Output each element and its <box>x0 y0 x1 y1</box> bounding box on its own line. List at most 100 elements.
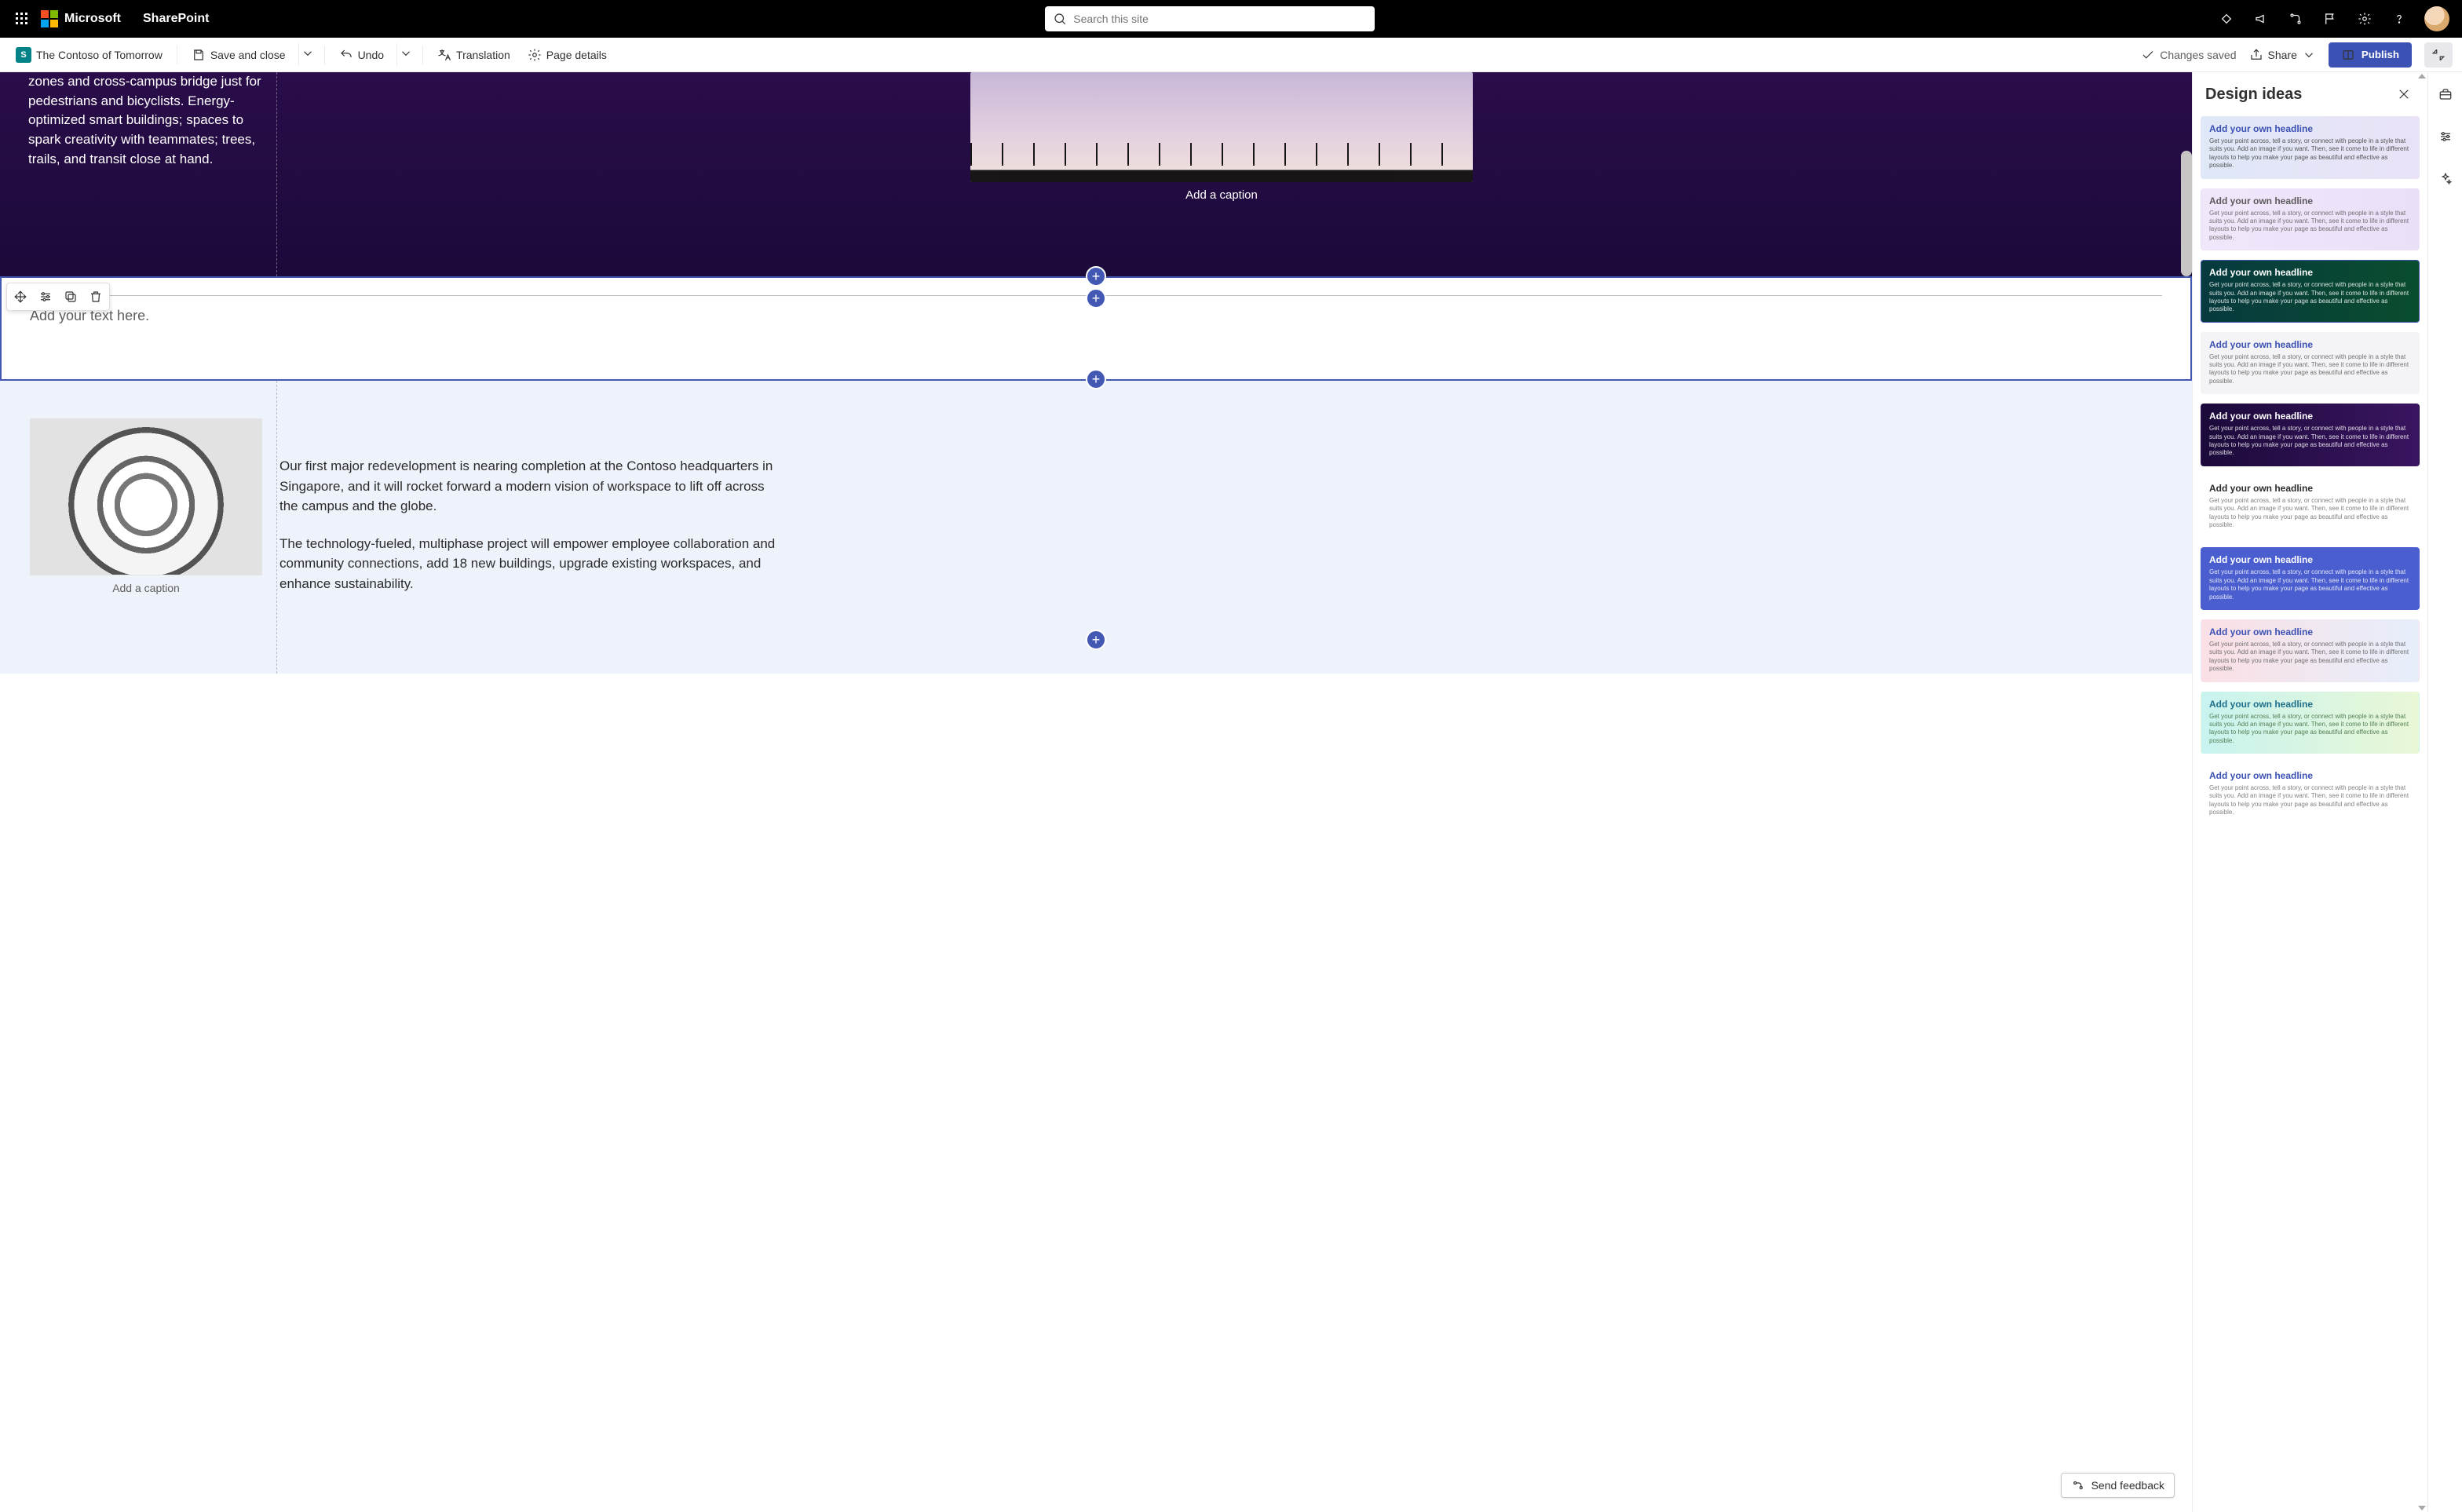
site-breadcrumb[interactable]: S The Contoso of Tomorrow <box>9 42 169 68</box>
design-ideas-button[interactable] <box>2433 166 2458 192</box>
site-name: The Contoso of Tomorrow <box>36 49 163 61</box>
duplicate-webpart-button[interactable] <box>59 285 82 309</box>
page-details-button[interactable]: Page details <box>521 43 613 67</box>
chevron-down-icon <box>2302 48 2316 62</box>
design-idea-card[interactable]: Add your own headline Get your point acro… <box>2201 476 2420 539</box>
design-idea-card[interactable]: Add your own headline Get your point acro… <box>2201 619 2420 682</box>
scroll-down-icon[interactable] <box>2418 1506 2426 1510</box>
add-webpart-button-bottom[interactable]: + <box>1086 369 1106 389</box>
brand-label: Microsoft <box>64 12 121 26</box>
app-launcher[interactable] <box>6 0 38 38</box>
idea-headline: Add your own headline <box>2209 483 2411 494</box>
spiral-image[interactable] <box>30 418 262 575</box>
add-section-button[interactable]: + <box>1086 266 1106 287</box>
microsoft-logo: Microsoft <box>41 10 121 27</box>
properties-button[interactable] <box>2433 124 2458 149</box>
send-feedback-button[interactable]: Send feedback <box>2061 1473 2175 1498</box>
publish-label: Publish <box>2362 49 2399 60</box>
panel-title: Design ideas <box>2205 86 2302 104</box>
delete-webpart-button[interactable] <box>84 285 108 309</box>
panel-close-button[interactable] <box>2393 83 2415 105</box>
search-box[interactable] <box>1045 6 1375 31</box>
design-idea-card[interactable]: Add your own headline Get your point acro… <box>2201 763 2420 826</box>
flag-icon[interactable] <box>2314 0 2346 38</box>
design-idea-card[interactable]: Add your own headline Get your point acro… <box>2201 116 2420 179</box>
hero-caption[interactable]: Add a caption <box>1185 188 1258 202</box>
column-divider <box>276 72 277 276</box>
design-ideas-list[interactable]: Add your own headline Get your point acro… <box>2193 113 2427 1512</box>
text-webpart-selected[interactable]: + Add your text here. + <box>0 276 2192 381</box>
translation-button[interactable]: Translation <box>431 43 517 67</box>
page-details-label: Page details <box>546 49 607 61</box>
publish-button[interactable]: Publish <box>2329 42 2412 68</box>
site-icon: S <box>16 47 31 63</box>
undo-label: Undo <box>358 49 384 61</box>
hero-section[interactable]: zones and cross-campus bridge just for p… <box>0 72 2192 276</box>
design-ideas-panel: Design ideas Add your own headline Get yo… <box>2192 72 2427 1512</box>
help-icon[interactable] <box>2383 0 2415 38</box>
diamond-icon[interactable] <box>2211 0 2242 38</box>
hero-body-text[interactable]: zones and cross-campus bridge just for p… <box>28 72 264 169</box>
idea-body: Get your point across, tell a story, or … <box>2209 784 2411 817</box>
column-divider <box>276 381 277 674</box>
suite-bar: Microsoft SharePoint <box>0 0 2462 38</box>
megaphone-icon[interactable] <box>2245 0 2277 38</box>
move-webpart-button[interactable] <box>9 285 32 309</box>
image-caption[interactable]: Add a caption <box>112 582 180 594</box>
design-idea-card[interactable]: Add your own headlineGet your point acro… <box>2201 260 2420 323</box>
idea-body: Get your point across, tell a story, or … <box>2209 137 2411 170</box>
idea-body: Get your point across, tell a story, or … <box>2209 210 2411 243</box>
design-idea-card[interactable]: Add your own headlineGet your point acro… <box>2201 332 2420 395</box>
user-avatar[interactable] <box>2424 6 2449 31</box>
two-column-section[interactable]: Add a caption Our first major redevelopm… <box>0 381 2192 674</box>
edit-webpart-button[interactable] <box>34 285 57 309</box>
collapse-panel-button[interactable] <box>2424 42 2453 68</box>
design-idea-card[interactable]: Add your own headline Get your point acro… <box>2201 404 2420 466</box>
page-canvas: zones and cross-campus bridge just for p… <box>0 72 2192 1512</box>
hero-image[interactable] <box>970 72 1473 182</box>
idea-body: Get your point across, tell a story, or … <box>2209 353 2411 386</box>
idea-body: Get your point across, tell a story, or … <box>2209 641 2411 674</box>
feedback-label: Send feedback <box>2091 1479 2164 1492</box>
webpart-toolbar <box>6 283 110 311</box>
save-and-close-button[interactable]: Save and close <box>185 43 292 67</box>
text-placeholder[interactable]: Add your text here. <box>30 308 2162 324</box>
share-label: Share <box>2268 49 2297 61</box>
command-bar: S The Contoso of Tomorrow Save and close… <box>0 38 2462 72</box>
settings-icon[interactable] <box>2349 0 2380 38</box>
undo-chevron[interactable] <box>396 43 415 66</box>
add-webpart-button-top[interactable]: + <box>1086 288 1106 309</box>
idea-headline: Add your own headline <box>2209 626 2411 637</box>
save-close-chevron[interactable] <box>298 43 316 66</box>
search-input[interactable] <box>1073 13 1367 25</box>
translation-label: Translation <box>456 49 510 61</box>
idea-headline: Add your own headline <box>2209 699 2411 710</box>
idea-body: Get your point across, tell a story, or … <box>2209 425 2411 458</box>
right-rail <box>2427 72 2462 1512</box>
body-paragraph-2[interactable]: The technology-fueled, multiphase projec… <box>279 534 782 594</box>
idea-headline: Add your own headline <box>2209 770 2411 781</box>
save-status: Changes saved <box>2141 48 2236 62</box>
connector-icon[interactable] <box>2280 0 2311 38</box>
product-label[interactable]: SharePoint <box>143 12 209 26</box>
toolbox-button[interactable] <box>2433 82 2458 107</box>
scroll-up-icon[interactable] <box>2418 74 2426 79</box>
save-close-label: Save and close <box>210 49 286 61</box>
design-idea-card[interactable]: Add your own headline Get your point acro… <box>2201 692 2420 754</box>
canvas-scrollbar[interactable] <box>2181 151 2192 276</box>
idea-body: Get your point across, tell a story, or … <box>2209 568 2411 601</box>
idea-headline: Add your own headline <box>2209 123 2411 134</box>
idea-body: Get your point across, tell a story, or … <box>2209 497 2411 530</box>
idea-headline: Add your own headline <box>2209 267 2411 278</box>
save-status-label: Changes saved <box>2160 49 2236 61</box>
share-button[interactable]: Share <box>2243 43 2322 67</box>
microsoft-icon <box>41 10 58 27</box>
undo-button[interactable]: Undo <box>333 43 390 67</box>
idea-body: Get your point across, tell a story, or … <box>2209 713 2411 746</box>
design-idea-card[interactable]: Add your own headline Get your point acro… <box>2201 547 2420 610</box>
body-paragraph-1[interactable]: Our first major redevelopment is nearing… <box>279 456 782 517</box>
idea-headline: Add your own headline <box>2209 554 2411 565</box>
idea-headline: Add your own headline <box>2209 411 2411 422</box>
design-idea-card[interactable]: Add your own headlineGet your point acro… <box>2201 188 2420 251</box>
add-section-button[interactable]: + <box>1086 630 1106 650</box>
